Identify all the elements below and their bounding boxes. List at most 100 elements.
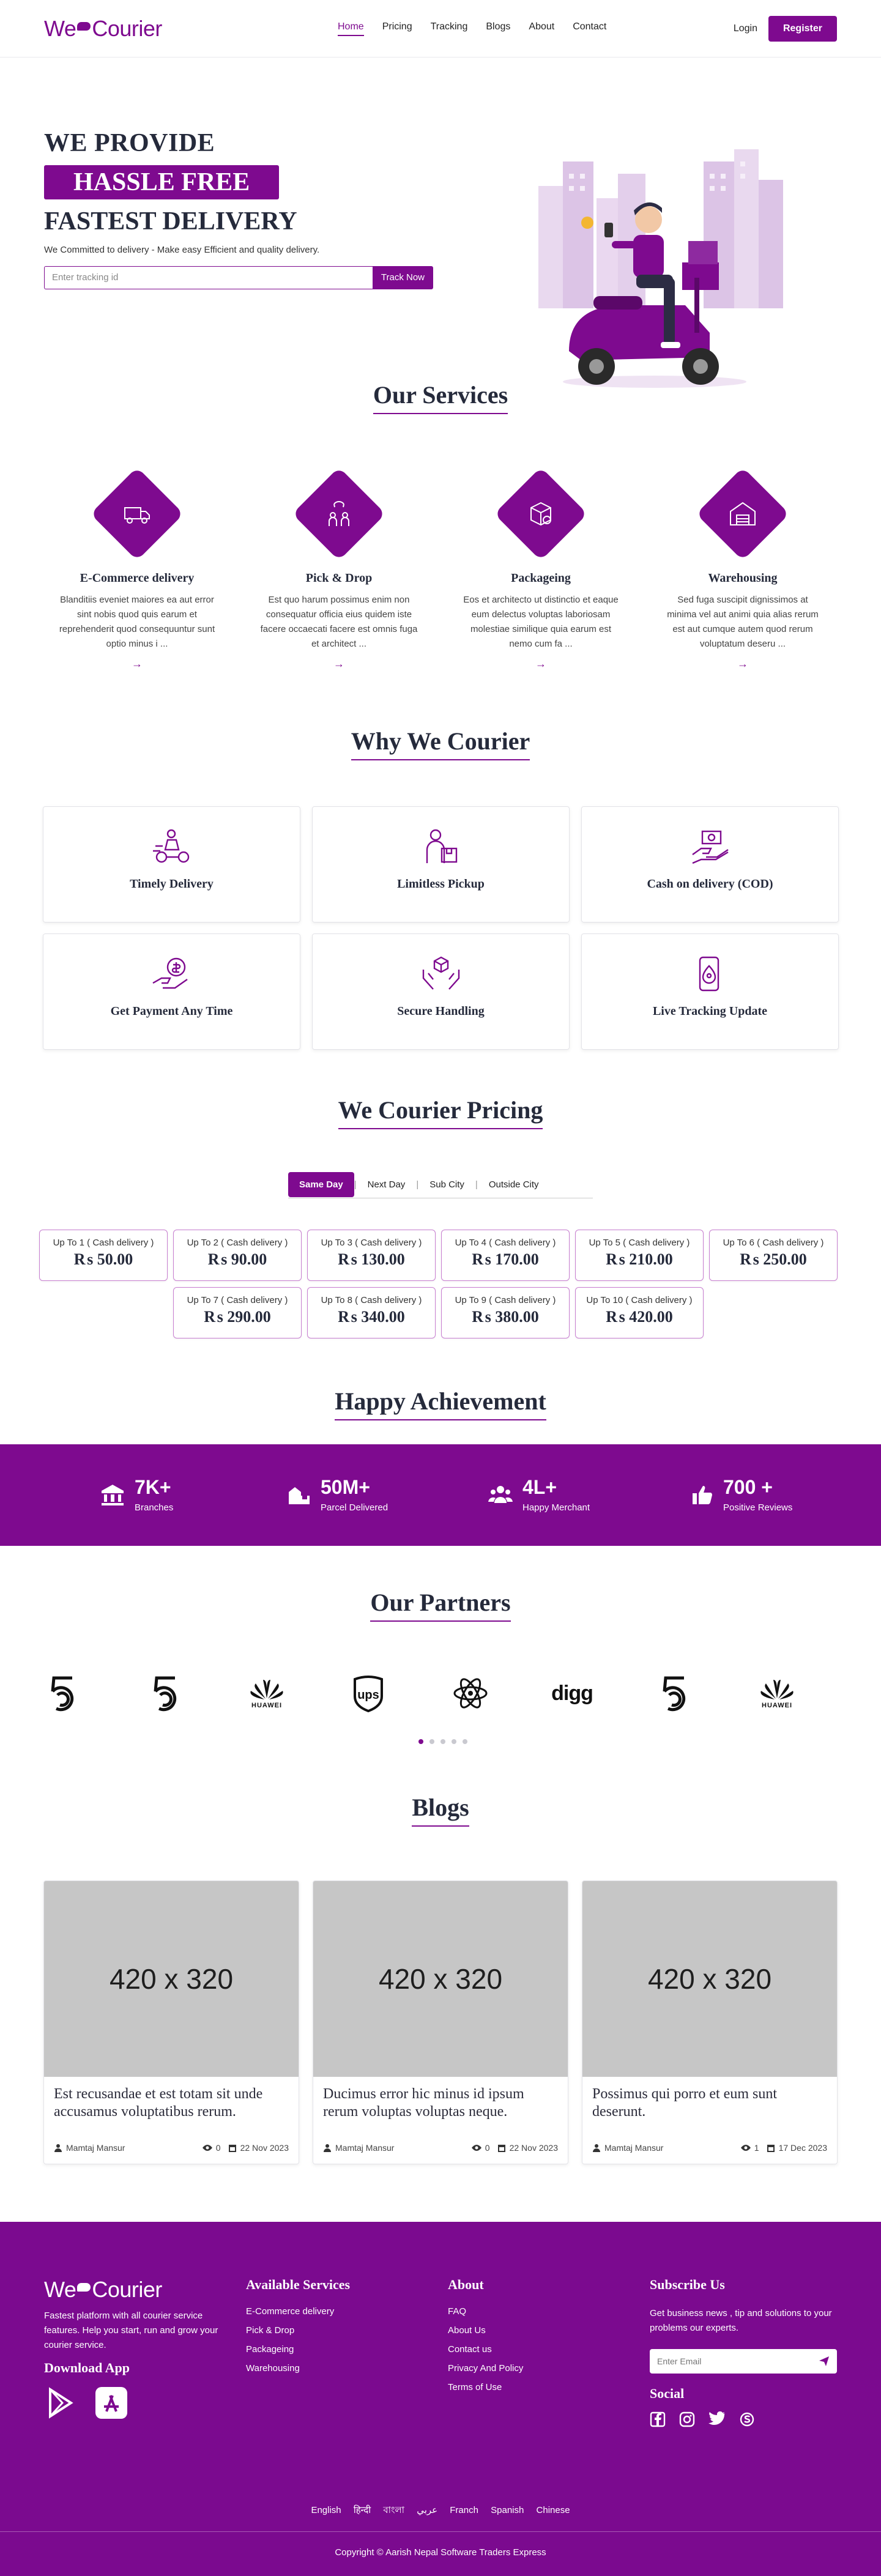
price-value: ₨ 210.00	[606, 1250, 673, 1268]
price-card[interactable]: Up To 9 ( Cash delivery ) ₨ 380.00	[441, 1287, 570, 1338]
partner-logo-huawei[interactable]: HUAWEI	[749, 1673, 805, 1713]
email-subscribe-field[interactable]: Enter Email	[650, 2349, 837, 2374]
price-card[interactable]: Up To 10 ( Cash delivery ) ₨ 420.00	[575, 1287, 704, 1338]
blog-title[interactable]: Ducimus error hic minus id ipsum rerum v…	[313, 2077, 568, 2121]
app-store-icon[interactable]	[94, 2386, 128, 2420]
price-card[interactable]: Up To 4 ( Cash delivery ) ₨ 170.00	[441, 1230, 570, 1281]
service-ecommerce[interactable]: E-Commerce delivery Blanditiis eveniet m…	[51, 467, 223, 670]
footer: We Courier Fastest platform with all cou…	[0, 2222, 881, 2576]
partner-logo-five[interactable]	[647, 1673, 702, 1713]
login-button[interactable]: Login	[734, 23, 757, 34]
lang-english[interactable]: English	[311, 2505, 341, 2515]
partner-logo-ups[interactable]: ups	[341, 1673, 396, 1713]
footer-description: Fastest platform with all courier servic…	[44, 2311, 218, 2350]
arrow-right-icon[interactable]: →	[51, 658, 223, 670]
footer-link[interactable]: Privacy And Policy	[448, 2363, 523, 2374]
service-warehousing[interactable]: Warehousing Sed fuga suscipit dignissimo…	[657, 467, 828, 670]
why-card-secure: Secure Handling	[312, 934, 570, 1050]
track-now-button[interactable]: Track Now	[372, 266, 433, 289]
partner-logo-huawei[interactable]: HUAWEI	[239, 1673, 294, 1713]
arrow-right-icon[interactable]: →	[455, 658, 626, 670]
footer-link[interactable]: About Us	[448, 2325, 523, 2336]
register-button[interactable]: Register	[768, 15, 837, 42]
menu-contact[interactable]: Contact	[573, 21, 606, 36]
menu-about[interactable]: About	[529, 21, 554, 36]
footer-link[interactable]: Pick & Drop	[246, 2325, 350, 2336]
stat-parcels: 50M+ Parcel Delivered	[286, 1476, 388, 1513]
arrow-right-icon[interactable]: →	[657, 658, 828, 670]
service-packaging[interactable]: Packageing Eos et architecto ut distinct…	[455, 467, 626, 670]
menu-tracking[interactable]: Tracking	[431, 21, 468, 36]
eye-icon	[471, 2145, 481, 2151]
menu-home[interactable]: Home	[338, 21, 364, 36]
lang-french[interactable]: Franch	[450, 2505, 478, 2515]
subscribe-description: Get business news , tip and solutions to…	[650, 2308, 832, 2333]
carousel-dot[interactable]	[441, 1739, 445, 1744]
price-label: Up To 4 ( Cash delivery )	[455, 1238, 556, 1248]
twitter-icon[interactable]	[708, 2411, 726, 2426]
lang-spanish[interactable]: Spanish	[491, 2505, 524, 2515]
blog-title[interactable]: Est recusandae et est totam sit unde acc…	[44, 2077, 299, 2121]
footer-link[interactable]: Warehousing	[246, 2363, 350, 2374]
menu-pricing[interactable]: Pricing	[382, 21, 412, 36]
send-icon[interactable]	[819, 2356, 830, 2367]
price-card[interactable]: Up To 2 ( Cash delivery ) ₨ 90.00	[173, 1230, 302, 1281]
blog-title[interactable]: Possimus qui porro et eum sunt deserunt.	[582, 2077, 837, 2121]
footer-link[interactable]: Terms of Use	[448, 2382, 523, 2392]
lang-hindi[interactable]: हिन्दी	[354, 2505, 371, 2515]
services-title: Our Services	[0, 380, 881, 414]
tab-outside-city[interactable]: Outside City	[478, 1172, 550, 1197]
eye-icon	[202, 2145, 212, 2151]
price-card[interactable]: Up To 7 ( Cash delivery ) ₨ 290.00	[173, 1287, 302, 1338]
price-card[interactable]: Up To 6 ( Cash delivery ) ₨ 250.00	[709, 1230, 838, 1281]
price-value: ₨ 380.00	[472, 1308, 539, 1326]
carousel-dot-active[interactable]	[418, 1739, 423, 1744]
footer-link[interactable]: Contact us	[448, 2344, 523, 2355]
partner-logo-atom[interactable]	[443, 1673, 498, 1713]
partner-logo-five[interactable]	[138, 1673, 193, 1713]
price-card[interactable]: Up To 8 ( Cash delivery ) ₨ 340.00	[307, 1287, 436, 1338]
arrow-right-icon[interactable]: →	[253, 658, 425, 670]
service-warehousing-name: Warehousing	[708, 571, 778, 585]
instagram-icon[interactable]	[679, 2411, 695, 2427]
logo-bubble-icon	[77, 21, 91, 31]
blog-card[interactable]: 420 x 320 Ducimus error hic minus id ips…	[313, 1880, 568, 2164]
skype-icon[interactable]	[739, 2411, 755, 2427]
menu-blogs[interactable]: Blogs	[486, 21, 510, 36]
carousel-dot[interactable]	[452, 1739, 456, 1744]
blog-card[interactable]: 420 x 320 Est recusandae et est totam si…	[43, 1880, 299, 2164]
footer-link[interactable]: FAQ	[448, 2306, 523, 2317]
email-input[interactable]: Enter Email	[657, 2356, 819, 2366]
bank-icon	[102, 1485, 124, 1505]
logo[interactable]: We Courier	[44, 16, 162, 42]
google-play-icon[interactable]	[44, 2386, 78, 2420]
price-card[interactable]: Up To 1 ( Cash delivery ) ₨ 50.00	[39, 1230, 168, 1281]
stat-caption: Parcel Delivered	[321, 1502, 388, 1513]
footer-link[interactable]: E-Commerce delivery	[246, 2306, 350, 2317]
lang-arabic[interactable]: عربي	[417, 2505, 437, 2515]
footer-link[interactable]: Packageing	[246, 2344, 350, 2355]
service-packaging-desc: Eos et architecto ut distinctio et eaque…	[463, 595, 619, 649]
footer-logo[interactable]: We Courier	[44, 2277, 240, 2303]
partner-logo-digg[interactable]: digg	[545, 1673, 600, 1713]
thumbs-up-icon	[693, 1486, 712, 1504]
lang-chinese[interactable]: Chinese	[537, 2505, 570, 2515]
partner-logo-five[interactable]	[35, 1673, 90, 1713]
why-pickup-label: Limitless Pickup	[397, 877, 485, 891]
tab-next-day[interactable]: Next Day	[357, 1172, 417, 1197]
secure-handling-icon	[422, 956, 459, 990]
service-pick-drop-name: Pick & Drop	[305, 571, 373, 585]
carousel-dot[interactable]	[429, 1739, 434, 1744]
tab-sub-city[interactable]: Sub City	[418, 1172, 475, 1197]
lang-bangla[interactable]: বাংলা	[383, 2505, 404, 2515]
facebook-icon[interactable]	[650, 2411, 666, 2427]
blogs-title-text: Blogs	[412, 1793, 469, 1827]
tracking-input[interactable]: Enter tracking id	[44, 266, 373, 289]
price-card[interactable]: Up To 5 ( Cash delivery ) ₨ 210.00	[575, 1230, 704, 1281]
carousel-dot[interactable]	[463, 1739, 467, 1744]
service-pick-drop[interactable]: Pick & Drop Est quo harum possimus enim …	[253, 467, 425, 670]
tab-same-day[interactable]: Same Day	[288, 1171, 354, 1197]
blog-date: 22 Nov 2023	[240, 2143, 289, 2153]
price-card[interactable]: Up To 3 ( Cash delivery ) ₨ 130.00	[307, 1230, 436, 1281]
blog-card[interactable]: 420 x 320 Possimus qui porro et eum sunt…	[582, 1880, 838, 2164]
